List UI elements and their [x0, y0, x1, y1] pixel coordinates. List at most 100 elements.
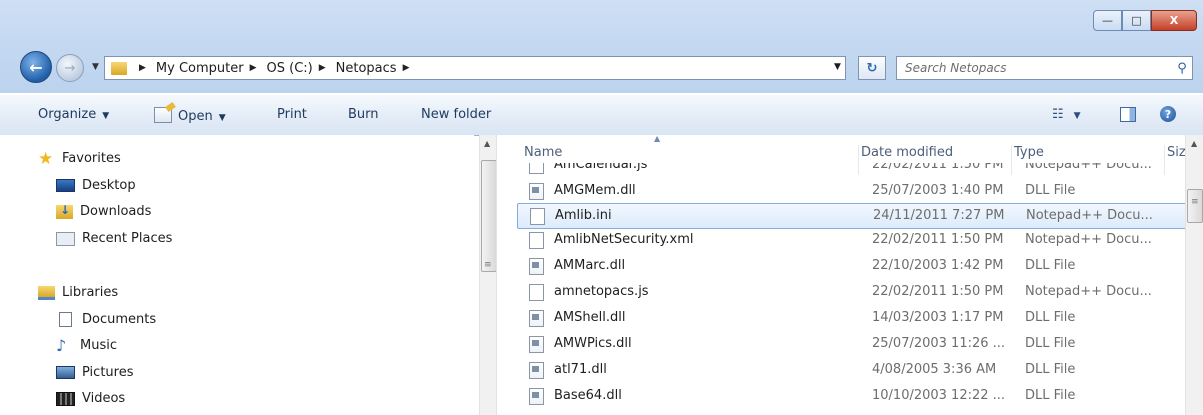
burn-button[interactable]: Burn [348, 107, 379, 122]
new-folder-button[interactable]: New folder [421, 107, 491, 122]
preview-pane-icon[interactable] [1120, 107, 1136, 122]
breadcrumb-os-c[interactable]: OS (C:) ▶ [267, 61, 332, 76]
column-header-size[interactable]: Size [1164, 145, 1187, 175]
nav-recent-places[interactable]: Recent Places [56, 231, 172, 246]
file-name: atl71.dll [554, 362, 607, 377]
nav-label: Desktop [82, 178, 136, 193]
file-row[interactable]: Base64.dll 10/10/2003 12:22 ... DLL File [517, 384, 1185, 408]
file-list-scrollbar[interactable]: ▲ ≡ [1185, 135, 1203, 415]
chevron-right-icon: ▶ [139, 63, 146, 73]
open-label: Open [178, 109, 213, 124]
breadcrumb-label[interactable]: My Computer [156, 61, 244, 76]
breadcrumb-label[interactable]: Netopacs [336, 61, 397, 76]
organize-label: Organize [38, 107, 97, 122]
nav-label: Favorites [62, 151, 121, 166]
file-type: DLL File [1025, 183, 1076, 198]
column-header-name[interactable]: Name [524, 145, 562, 175]
print-button[interactable]: Print [277, 107, 307, 122]
pictures-icon [56, 366, 75, 379]
recent-places-icon [56, 231, 75, 246]
address-bar[interactable]: ▶ My Computer ▶ OS (C:) ▶ Netopacs ▶ [104, 56, 846, 80]
file-row[interactable]: AMGMem.dll 25/07/2003 1:40 PM DLL File [517, 179, 1185, 203]
file-list: AmCalendar.js 22/02/2011 1:50 PM Notepad… [505, 135, 1185, 415]
explorer-window: — □ X ← → ▼ ▶ My Computer ▶ OS (C:) ▶ Ne… [0, 0, 1203, 415]
nav-label: Documents [82, 312, 157, 327]
column-header-type[interactable]: Type [1011, 145, 1044, 175]
title-bar: — □ X ← → ▼ ▶ My Computer ▶ OS (C:) ▶ Ne… [0, 0, 1203, 93]
nav-music[interactable]: ♪ Music [56, 335, 117, 355]
refresh-icon: ↻ [866, 60, 878, 76]
file-row[interactable]: AMWPics.dll 25/07/2003 11:26 ... DLL Fil… [517, 332, 1185, 356]
file-row[interactable]: AMMarc.dll 22/10/2003 1:42 PM DLL File [517, 254, 1185, 278]
breadcrumb-netopacs[interactable]: Netopacs ▶ [336, 61, 416, 76]
file-type: DLL File [1025, 362, 1076, 377]
back-arrow-icon: ← [29, 57, 43, 77]
breadcrumb-root-arrow[interactable]: ▶ [133, 63, 152, 73]
nav-desktop[interactable]: Desktop [56, 178, 136, 193]
nav-label: Music [80, 338, 117, 353]
search-box[interactable]: ⚲ [896, 56, 1193, 80]
chevron-down-icon: ▼ [102, 111, 110, 121]
file-row[interactable]: atl71.dll 4/08/2005 3:36 AM DLL File [517, 358, 1185, 382]
column-header-date-modified[interactable]: Date modified [858, 145, 953, 175]
close-button[interactable]: X [1151, 10, 1197, 31]
change-view-button[interactable]: ☷ ▼ [1052, 107, 1081, 122]
nav-pictures[interactable]: Pictures [56, 365, 133, 380]
open-document-icon [154, 107, 172, 123]
navigation-scrollbar[interactable]: ▲ ≡ [479, 135, 497, 415]
star-icon: ★ [38, 148, 54, 169]
file-row[interactable]: amnetopacs.js 22/02/2011 1:50 PM Notepad… [517, 280, 1185, 304]
file-type: DLL File [1025, 258, 1076, 273]
nav-documents[interactable]: Documents [56, 312, 156, 327]
text-file-icon [529, 284, 544, 301]
text-file-icon [529, 232, 544, 249]
back-button[interactable]: ← [20, 51, 52, 83]
nav-label: Recent Places [82, 231, 173, 246]
file-date: 24/11/2011 7:27 PM [873, 208, 1005, 223]
file-name: AMGMem.dll [554, 183, 636, 198]
window-controls: — □ X [1093, 10, 1197, 31]
nav-label: Libraries [62, 285, 119, 300]
address-dropdown-icon[interactable]: ▼ [834, 62, 841, 72]
chevron-right-icon[interactable]: ▶ [319, 63, 326, 73]
search-input[interactable] [897, 60, 1172, 76]
file-type: DLL File [1025, 336, 1076, 351]
recent-pages-dropdown-icon[interactable]: ▼ [92, 62, 99, 72]
dll-file-icon [529, 388, 544, 405]
minimize-button[interactable]: — [1093, 10, 1122, 31]
forward-button[interactable]: → [56, 54, 84, 82]
file-date: 14/03/2003 1:17 PM [872, 310, 1004, 325]
nav-downloads[interactable]: Downloads [56, 203, 151, 219]
breadcrumb-label[interactable]: OS (C:) [267, 61, 313, 76]
file-row[interactable]: AmlibNetSecurity.xml 22/02/2011 1:50 PM … [517, 228, 1185, 252]
scrollbar-thumb[interactable] [481, 160, 497, 272]
file-name: Base64.dll [554, 388, 622, 403]
file-row-selected[interactable]: Amlib.ini 24/11/2011 7:27 PM Notepad++ D… [517, 203, 1185, 229]
dll-file-icon [529, 310, 544, 327]
file-date: 10/10/2003 12:22 ... [872, 388, 1006, 403]
dll-file-icon [529, 258, 544, 275]
maximize-button[interactable]: □ [1122, 10, 1151, 31]
chevron-right-icon[interactable]: ▶ [403, 63, 410, 73]
file-row[interactable]: AMShell.dll 14/03/2003 1:17 PM DLL File [517, 306, 1185, 330]
view-options-icon: ☷ [1052, 107, 1064, 122]
nav-favorites[interactable]: ★ Favorites [38, 148, 121, 169]
file-date: 25/07/2003 1:40 PM [872, 183, 1004, 198]
search-icon[interactable]: ⚲ [1172, 61, 1192, 76]
file-type: DLL File [1025, 310, 1076, 325]
refresh-button[interactable]: ↻ [858, 56, 886, 80]
music-note-icon: ♪ [56, 335, 67, 355]
documents-icon [59, 312, 72, 327]
help-icon[interactable]: ? [1160, 106, 1176, 122]
organize-menu[interactable]: Organize ▼ [38, 107, 109, 122]
nav-libraries[interactable]: Libraries [38, 285, 118, 300]
file-name: AMShell.dll [554, 310, 626, 325]
file-type: Notepad++ Docu... [1026, 208, 1153, 223]
chevron-right-icon[interactable]: ▶ [250, 63, 257, 73]
breadcrumb-my-computer[interactable]: My Computer ▶ [156, 61, 263, 76]
file-name: Amlib.ini [555, 208, 612, 223]
nav-videos[interactable]: Videos [56, 391, 125, 406]
scroll-up-icon[interactable]: ▲ [1191, 139, 1197, 148]
open-menu[interactable]: Open ▼ [154, 107, 226, 124]
scroll-up-icon[interactable]: ▲ [484, 139, 490, 148]
